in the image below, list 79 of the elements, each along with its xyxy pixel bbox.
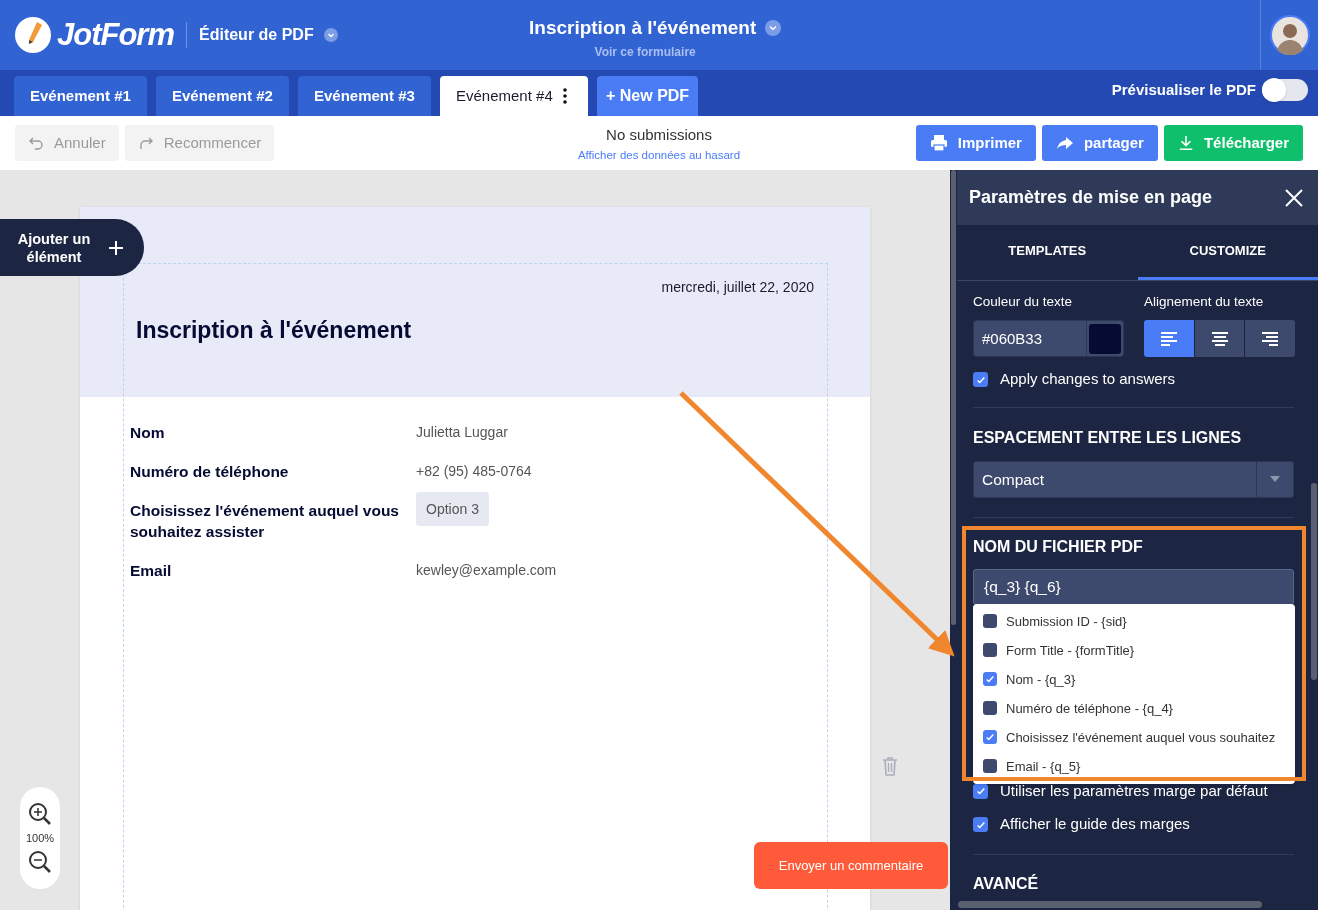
checkmark-icon xyxy=(975,374,986,385)
document-title: Inscription à l'événement xyxy=(136,316,413,345)
checkmark-icon xyxy=(975,819,986,830)
field-caption: Alignement du texte xyxy=(1144,293,1265,311)
scrollbar-thumb[interactable] xyxy=(951,170,956,625)
random-data-link[interactable]: Afficher des données au hasard xyxy=(577,146,741,164)
field-caption: Couleur du texte xyxy=(973,293,1074,311)
undo-icon xyxy=(28,135,44,151)
checkbox[interactable] xyxy=(983,759,997,774)
dropdown-option[interactable]: Choisissez l'événement auquel vous souhaitez xyxy=(973,722,1295,752)
add-element-button[interactable]: Ajouter un élément xyxy=(0,219,144,276)
checkbox[interactable] xyxy=(983,643,997,658)
share-button[interactable]: partager xyxy=(1041,125,1158,161)
new-pdf-tab[interactable]: + New PDF xyxy=(597,76,699,116)
checkbox[interactable] xyxy=(973,817,988,832)
zoom-out-icon[interactable] xyxy=(28,850,52,875)
checkbox[interactable] xyxy=(983,672,997,687)
dropdown-option[interactable]: Submission ID - {sid} xyxy=(973,606,1295,636)
document-date: mercredi, juillet 22, 2020 xyxy=(661,278,814,297)
scrollbar-thumb[interactable] xyxy=(958,901,1262,908)
checkbox-label: Utiliser les paramètres marge par défaut xyxy=(1000,780,1268,801)
avatar[interactable] xyxy=(1269,15,1310,55)
checkmark-icon xyxy=(985,674,995,685)
printer-icon xyxy=(929,134,948,152)
scrollbar-thumb[interactable] xyxy=(1311,483,1317,680)
more-icon[interactable] xyxy=(562,88,567,104)
field-value: Julietta Luggar xyxy=(416,423,508,442)
panel-title: Paramètres de mise en page xyxy=(969,186,1213,209)
redo-icon xyxy=(137,135,154,151)
app-menu[interactable]: Éditeur de PDF xyxy=(199,23,338,47)
pdf-tab[interactable]: Evénement #1 xyxy=(14,76,147,116)
pdf-tab[interactable]: Evénement #3 xyxy=(298,76,431,116)
checkbox[interactable] xyxy=(983,614,997,629)
chevron-icon xyxy=(323,28,338,42)
field-label: Choisissez l'événement auquel vous souhaitez assister xyxy=(130,501,400,542)
checkbox-label: Apply changes to answers xyxy=(1000,369,1176,390)
filename-input[interactable]: {q_3} {q_6} xyxy=(973,568,1294,605)
chevron-icon[interactable] xyxy=(765,20,782,37)
dropdown-option[interactable]: Numéro de téléphone - {q_4} xyxy=(973,693,1295,723)
align-center-button[interactable] xyxy=(1194,320,1245,358)
checkbox[interactable] xyxy=(983,701,997,716)
caret-icon xyxy=(1270,476,1280,483)
dropdown-option[interactable]: Form Title - {formTitle} xyxy=(973,635,1295,665)
panel-tab[interactable]: CUSTOMIZE xyxy=(1137,225,1318,280)
zoom-level: 100% xyxy=(25,830,55,846)
pencil-logo-icon xyxy=(15,17,51,53)
checkbox[interactable] xyxy=(973,372,988,387)
field-label: Email xyxy=(130,561,173,581)
logo-text: JotForm xyxy=(57,15,174,54)
close-icon[interactable] xyxy=(1285,188,1303,207)
field-value: kewley@example.com xyxy=(416,561,557,580)
preview-label: Prévisualiser le PDF xyxy=(1111,80,1256,100)
preview-toggle[interactable] xyxy=(1262,79,1308,102)
dropdown-option[interactable]: Nom - {q_3} xyxy=(973,664,1295,694)
dropdown-option[interactable]: Email - {q_5} xyxy=(973,751,1295,781)
panel-tab[interactable]: TEMPLATES xyxy=(957,225,1138,280)
align-right-button[interactable] xyxy=(1245,320,1295,358)
checkmark-icon xyxy=(975,786,986,796)
pdf-tab[interactable]: Evénement #2 xyxy=(156,76,289,116)
checkbox[interactable] xyxy=(983,730,997,745)
section-heading: NOM DU FICHIER PDF xyxy=(973,536,1144,557)
print-button[interactable]: Imprimer xyxy=(915,125,1036,161)
field-label: Numéro de téléphone xyxy=(130,462,290,482)
align-left-button[interactable] xyxy=(1144,320,1194,358)
spacing-select[interactable]: Compact xyxy=(973,460,1294,498)
field-value: +82 (95) 485-0764 xyxy=(416,462,532,481)
zoom-in-icon[interactable] xyxy=(28,801,52,826)
share-icon xyxy=(1055,134,1074,152)
plus-icon xyxy=(108,239,124,256)
checkmark-icon xyxy=(985,732,995,743)
section-heading: AVANCÉ xyxy=(973,873,1040,894)
form-title: Inscription à l'événement xyxy=(529,16,757,40)
submissions-status: No submissions xyxy=(606,125,712,145)
field-label: Nom xyxy=(130,423,166,443)
option-tag: Option 3 xyxy=(416,492,489,526)
checkbox-label: Afficher le guide des marges xyxy=(1000,814,1190,835)
section-heading: ESPACEMENT ENTRE LES LIGNES xyxy=(973,427,1243,448)
download-icon xyxy=(1177,135,1194,151)
pdf-tab[interactable]: Evénement #4 xyxy=(440,76,588,116)
